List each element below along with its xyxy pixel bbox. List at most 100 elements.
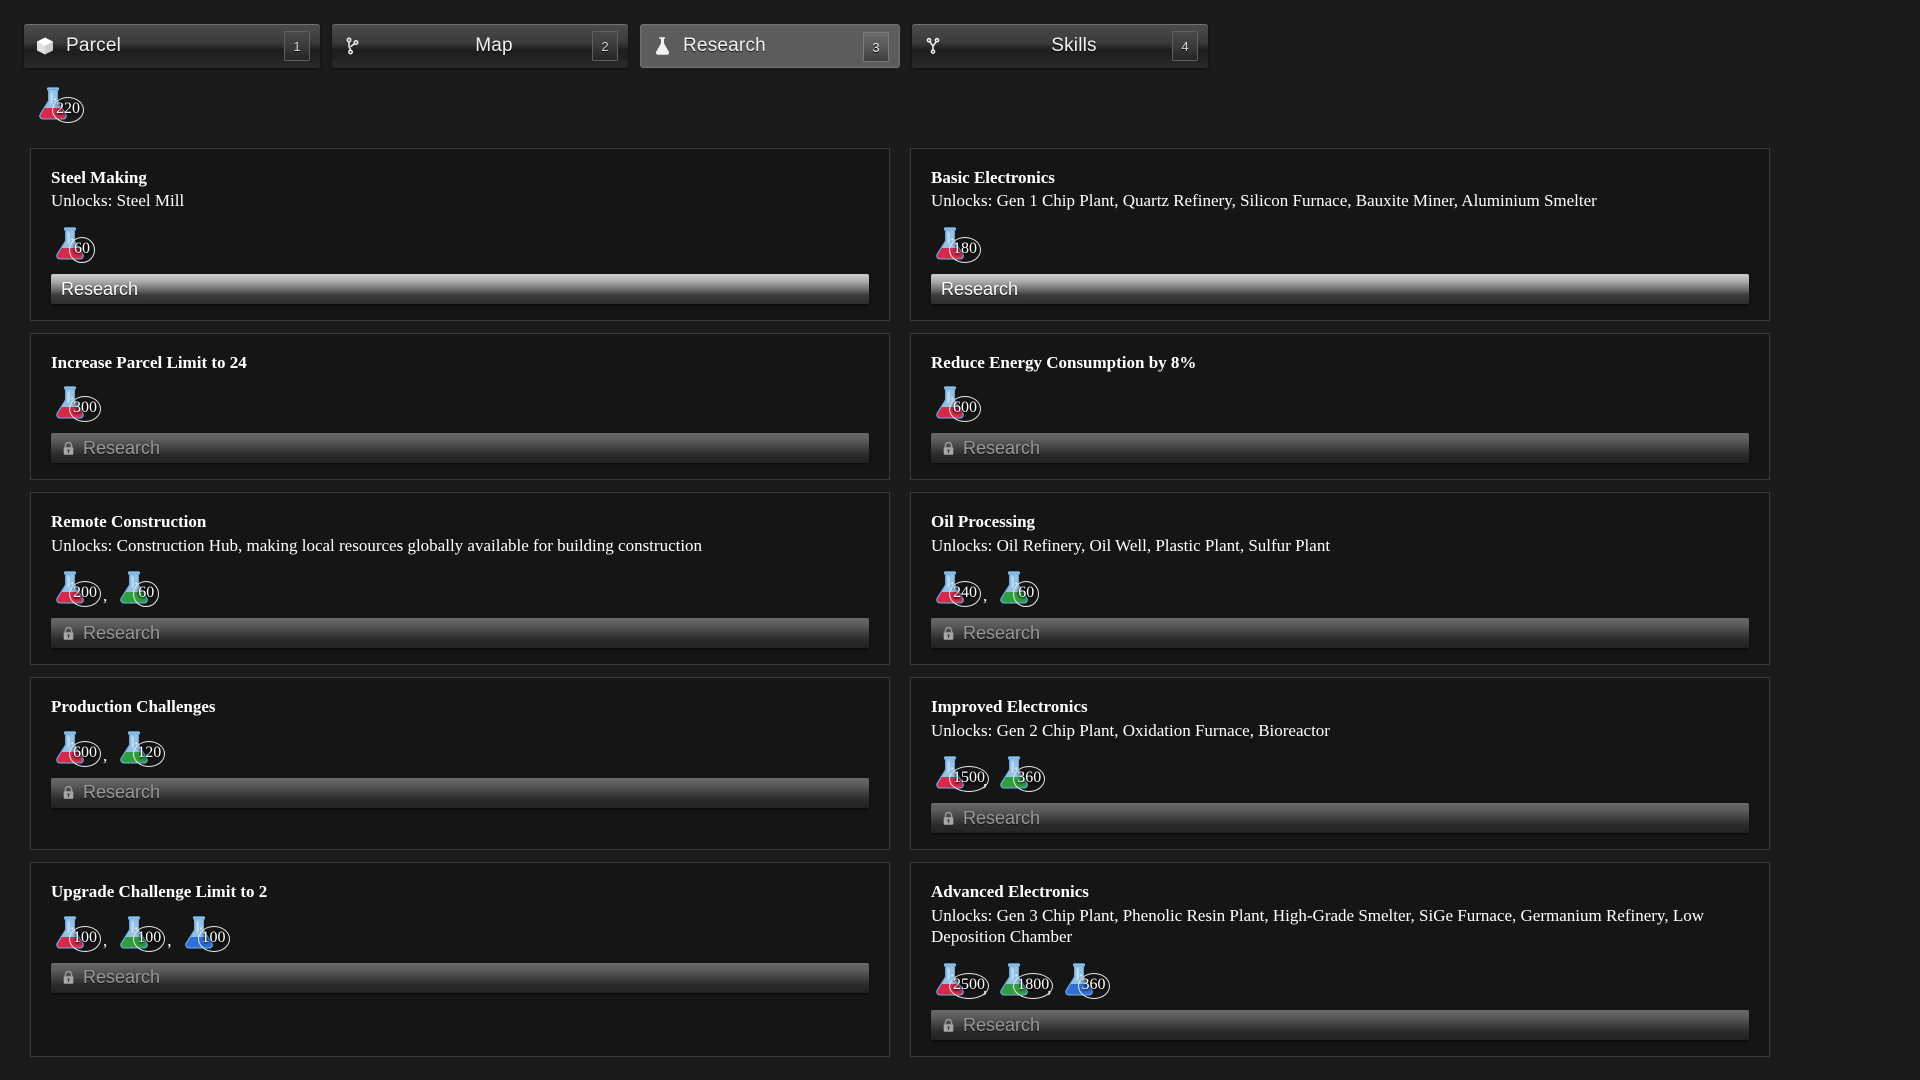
research-cost-row: 100, 100, 100: [53, 913, 869, 953]
research-cost-flask-red: 60: [53, 225, 97, 263]
research-button: Research: [51, 962, 869, 993]
research-cost-amount-green: 120: [133, 740, 166, 767]
research-cost-flask-green: 120: [117, 729, 166, 767]
research-cost-flask-red: 100: [53, 914, 101, 952]
research-cost-row: 60: [53, 224, 869, 264]
lock-icon: [941, 440, 955, 456]
research-cost-amount-green: 100: [133, 925, 166, 952]
research-cost-amount-green: 1800: [1013, 973, 1054, 999]
research-cost-amount-blue: 100: [197, 925, 230, 952]
research-cost-row: 2500, 1800, 360: [933, 960, 1749, 1000]
tab-skills[interactable]: Skills 4: [912, 24, 1208, 68]
research-button-label: Research: [963, 807, 1041, 828]
research-card-unlocks: Unlocks: Steel Mill: [51, 191, 185, 211]
research-card: Production Challenges 600, 120 Research: [30, 677, 890, 851]
cost-separator: ,: [167, 930, 172, 950]
research-card-unlocks: Unlocks: Gen 3 Chip Plant, Phenolic Resi…: [931, 905, 1704, 947]
cost-separator: ,: [103, 930, 108, 950]
research-cost-amount-red: 200: [69, 581, 101, 608]
research-card: Upgrade Challenge Limit to 2 100, 100, 100 R…: [30, 862, 890, 1057]
research-button: Research: [51, 433, 869, 464]
lock-icon: [61, 625, 75, 641]
research-cost-amount-red: 100: [69, 925, 101, 952]
tab-hotkey-badge: 3: [863, 32, 889, 62]
research-card: Steel Making Unlocks: Steel Mill 60 Researc…: [30, 148, 890, 321]
research-cost-flask-red: 300: [53, 384, 101, 423]
tab-label: Map: [475, 35, 513, 56]
research-card: Oil Processing Unlocks: Oil Refinery, Oil…: [910, 492, 1770, 666]
tab-map[interactable]: Map 2: [332, 24, 628, 68]
research-cost-flask-green: 60: [997, 569, 1041, 608]
research-button[interactable]: Research: [51, 274, 869, 304]
research-button-label: Research: [963, 1014, 1041, 1035]
tab-label: Parcel: [66, 35, 122, 56]
research-card-title: Reduce Energy Consumption by 8%: [931, 353, 1197, 372]
research-cost-flask-red: 2500: [933, 961, 989, 999]
research-button: Research: [931, 618, 1749, 649]
research-cost-row: 180: [933, 224, 1749, 264]
research-button: Research: [51, 777, 869, 808]
research-cost-flask-red: 600: [933, 384, 981, 423]
research-button-label: Research: [963, 622, 1041, 643]
lock-icon: [61, 785, 75, 801]
research-cost-flask-red: 240: [933, 569, 981, 608]
tab-hotkey-badge: 1: [284, 31, 310, 61]
research-cost-flask-blue: 100: [182, 914, 230, 952]
research-button-label: Research: [83, 967, 161, 987]
research-card: Reduce Energy Consumption by 8% 600 Resear…: [910, 333, 1770, 481]
research-cost-row: 240, 60: [933, 568, 1749, 608]
research-button[interactable]: Research: [931, 274, 1749, 304]
research-cost-row: 200, 60: [53, 568, 869, 608]
tab-parcel[interactable]: Parcel 1: [24, 24, 320, 68]
research-button: Research: [931, 433, 1749, 464]
research-cost-amount-red: 180: [949, 237, 981, 263]
tab-hotkey-badge: 4: [1172, 31, 1198, 61]
research-button: Research: [931, 1010, 1749, 1040]
cube-icon: [34, 35, 56, 57]
tab-research[interactable]: Research 3: [640, 24, 900, 68]
research-cost-flask-green: 1800: [997, 961, 1054, 999]
research-card-unlocks: Unlocks: Gen 1 Chip Plant, Quartz Refine…: [931, 191, 1597, 211]
research-card-grid: Steel Making Unlocks: Steel Mill 60 Researc…: [30, 148, 1770, 1057]
research-cost-row: 1500, 360: [933, 753, 1749, 793]
research-cost-flask-blue: 360: [1062, 961, 1110, 999]
research-card: Increase Parcel Limit to 24 300 Research: [30, 333, 890, 481]
research-button: Research: [931, 803, 1749, 834]
research-card-title: Increase Parcel Limit to 24: [51, 353, 247, 372]
research-cost-flask-red: 1500: [933, 754, 989, 793]
research-cost-row: 300: [53, 383, 869, 423]
research-cost-amount-green: 60: [1013, 581, 1040, 608]
research-button-label: Research: [83, 782, 161, 802]
research-cost-row: 600: [933, 383, 1749, 423]
research-cost-amount-green: 360: [1013, 766, 1046, 793]
research-card-title: Production Challenges: [51, 697, 216, 717]
research-card: Advanced Electronics Unlocks: Gen 3 Chip …: [910, 862, 1770, 1057]
lock-icon: [61, 440, 75, 456]
cost-separator: ,: [103, 586, 108, 606]
lock-icon: [941, 625, 955, 641]
research-cost-flask-red: 200: [53, 569, 101, 608]
lock-icon: [941, 1017, 955, 1033]
resource-flask-red: 220: [36, 85, 84, 123]
research-cost-amount-red: 240: [949, 581, 981, 608]
research-card-title: Steel Making: [51, 168, 147, 187]
main-tab-bar: Parcel 1 Map 2 Research 3 Skills 4: [24, 24, 1208, 68]
branch-icon: [342, 35, 364, 57]
research-cost-amount-green: 60: [133, 581, 160, 608]
research-cost-flask-green: 60: [117, 569, 161, 608]
lock-icon: [941, 810, 955, 826]
research-button-label: Research: [61, 278, 139, 299]
research-card-title: Improved Electronics: [931, 697, 1088, 717]
research-cost-flask-red: 600: [53, 729, 101, 767]
research-cost-row: 600, 120: [53, 728, 869, 768]
research-cost-amount-red: 600: [69, 740, 101, 767]
resource-amount-red: 220: [52, 97, 84, 123]
research-cost-amount-red: 60: [69, 237, 95, 263]
research-button-label: Research: [83, 437, 161, 458]
research-card: Basic Electronics Unlocks: Gen 1 Chip Pla…: [910, 148, 1770, 321]
research-card-title: Advanced Electronics: [931, 882, 1089, 902]
research-cost-flask-green: 360: [997, 754, 1046, 793]
resource-bar: 220: [36, 85, 84, 123]
skilltree-icon: [922, 35, 944, 57]
flask-icon: [651, 35, 673, 57]
